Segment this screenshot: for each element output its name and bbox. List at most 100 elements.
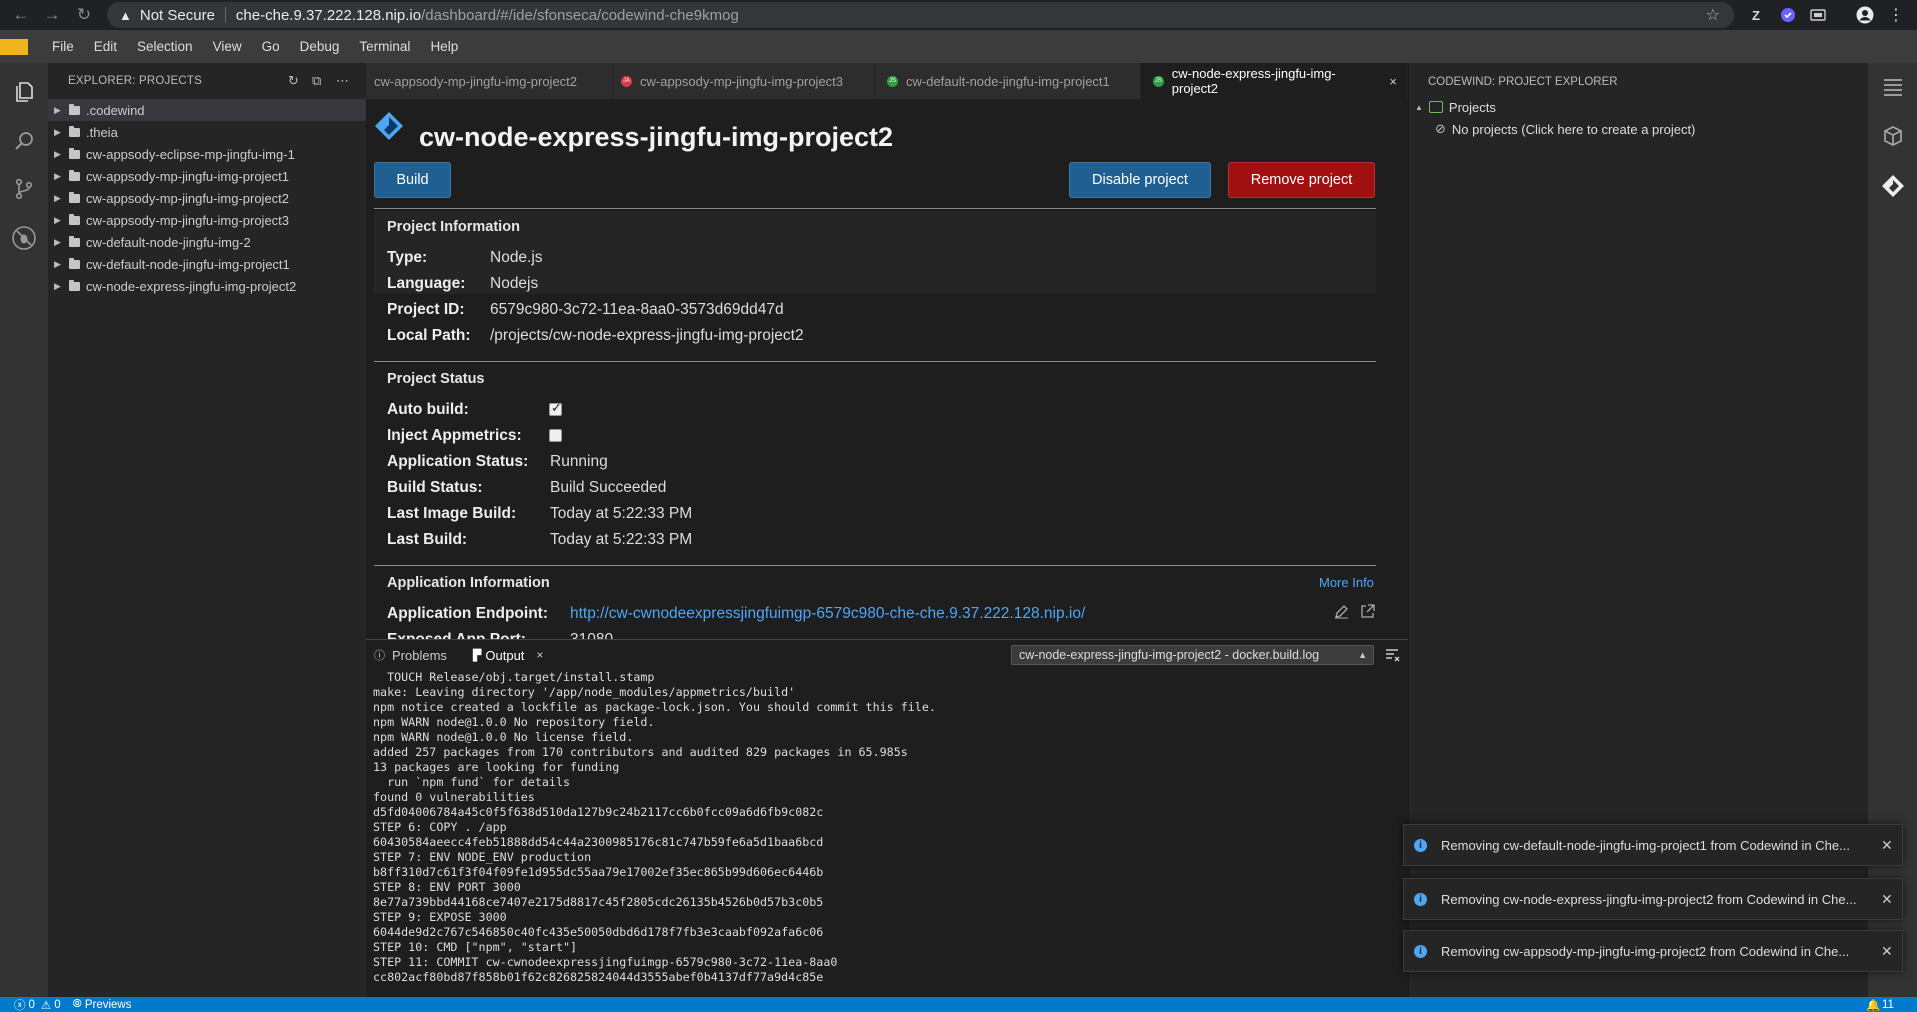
divider: [374, 361, 1376, 362]
close-icon[interactable]: ✕: [1881, 891, 1893, 908]
tab-appsody-project2[interactable]: cw-appsody-mp-jingfu-img-project2: [366, 63, 613, 99]
warning-icon: ⚠: [40, 999, 52, 1012]
menu-edit[interactable]: Edit: [84, 39, 127, 54]
type-label: Type:: [387, 249, 428, 266]
extension-z-icon[interactable]: Z: [1746, 5, 1766, 25]
log-line: npm WARN node@1.0.0 No license field.: [373, 730, 634, 744]
more-actions-icon[interactable]: ⋯: [336, 73, 349, 89]
tab-problems[interactable]: ⓘ Problems: [366, 640, 455, 670]
remove-project-button[interactable]: Remove project: [1228, 162, 1375, 198]
collapse-all-icon[interactable]: ⧉: [312, 73, 321, 89]
close-icon[interactable]: ✕: [1881, 837, 1893, 854]
log-line: 6044de9d2c767c546850c40fc435e50050dbd6d1…: [373, 925, 824, 939]
notification-count[interactable]: 11: [1882, 999, 1894, 1011]
menu-terminal[interactable]: Terminal: [349, 39, 420, 54]
previews-label[interactable]: Previews: [85, 999, 132, 1011]
back-arrow-icon[interactable]: ←: [8, 2, 34, 28]
explorer-files-icon[interactable]: [10, 78, 38, 106]
tree-item[interactable]: ▶ .codewind: [48, 99, 366, 121]
tree-item[interactable]: ▶ cw-node-express-jingfu-img-project2: [48, 275, 366, 297]
debug-icon[interactable]: [10, 224, 38, 252]
menu-go[interactable]: Go: [252, 39, 290, 54]
menubar: File Edit Selection View Go Debug Termin…: [0, 30, 1917, 63]
tree-item[interactable]: ▶ cw-default-node-jingfu-img-project1: [48, 253, 366, 275]
explorer-title: EXPLORER: PROJECTS: [68, 75, 202, 87]
source-control-icon[interactable]: [10, 175, 38, 203]
extension-cast-icon[interactable]: [1808, 5, 1828, 25]
menu-selection[interactable]: Selection: [127, 39, 203, 54]
more-info-link[interactable]: More Info: [1319, 575, 1374, 590]
tree-item[interactable]: ▶ cw-appsody-mp-jingfu-img-project3: [48, 209, 366, 231]
log-line: STEP 11: COMMIT cw-cwnodeexpressjingfuim…: [373, 955, 838, 969]
browser-menu-icon[interactable]: ⋮: [1886, 5, 1906, 25]
menu-help[interactable]: Help: [420, 39, 468, 54]
notification-toast: i Removing cw-appsody-mp-jingfu-img-proj…: [1403, 930, 1903, 972]
problems-tab-label: Problems: [392, 647, 447, 663]
build-button[interactable]: Build: [374, 162, 451, 198]
tab-label: cw-appsody-mp-jingfu-img-project2: [374, 73, 578, 89]
close-icon[interactable]: ×: [536, 648, 543, 662]
chevron-down-icon: ▲: [1415, 102, 1423, 112]
log-line: cc802acf80bd87f858b01f62c826825824044d35…: [373, 970, 824, 984]
log-line: 13 packages are looking for funding: [373, 760, 620, 774]
bookmark-star-icon[interactable]: ☆: [1706, 5, 1720, 25]
application-endpoint-link[interactable]: http://cw-cwnodeexpressjingfuimgp-6579c9…: [570, 605, 1085, 623]
tree-item[interactable]: ▶ cw-appsody-mp-jingfu-img-project2: [48, 187, 366, 209]
tab-output[interactable]: ▛ Output ×: [465, 640, 552, 670]
explorer-panel: EXPLORER: PROJECTS ↻ ⧉ ⋯ ▶ .codewind ▶ .th…: [48, 63, 366, 997]
search-icon[interactable]: [10, 127, 38, 155]
application-information-title: Application Information: [387, 575, 550, 591]
address-bar[interactable]: ▲ Not Secure che-che.9.37.222.128.nip.io…: [107, 2, 1734, 28]
codewind-icon[interactable]: [1881, 174, 1905, 201]
extension-shield-icon[interactable]: [1778, 5, 1798, 25]
chevron-right-icon: ▶: [54, 280, 61, 291]
browser-toolbar: ← → ↻ ▲ Not Secure che-che.9.37.222.128.…: [0, 0, 1917, 30]
reload-icon[interactable]: ↻: [71, 2, 97, 28]
outline-list-icon[interactable]: [1882, 77, 1904, 100]
disable-project-button[interactable]: Disable project: [1069, 162, 1211, 198]
tab-appsody-project3[interactable]: JA cw-appsody-mp-jingfu-img-project3: [613, 63, 875, 99]
close-icon[interactable]: ✕: [1881, 943, 1893, 960]
project-overview: cw-node-express-jingfu-img-project2 Buil…: [366, 99, 1408, 639]
chevron-right-icon: ▶: [54, 104, 61, 115]
tree-item[interactable]: ▶ .theia: [48, 121, 366, 143]
log-line: STEP 10: CMD ["npm", "start"]: [373, 940, 578, 954]
log-line: STEP 8: ENV PORT 3000: [373, 880, 521, 894]
inject-appmetrics-checkbox[interactable]: [549, 429, 562, 442]
che-logo-icon: [0, 38, 28, 55]
edit-pencil-icon[interactable]: [1334, 604, 1349, 622]
forward-arrow-icon[interactable]: →: [39, 2, 65, 28]
tab-default-node-project1[interactable]: JS cw-default-node-jingfu-img-project1: [875, 63, 1141, 99]
log-line: d5fd04006784a45c0f5f638d510da127b9c24b21…: [373, 805, 824, 819]
info-icon: i: [1414, 838, 1427, 852]
profile-avatar-icon[interactable]: [1855, 5, 1875, 25]
tree-item[interactable]: ▶ cw-default-node-jingfu-img-2: [48, 231, 366, 253]
last-build-label: Last Build:: [387, 531, 468, 548]
menu-debug[interactable]: Debug: [290, 39, 350, 54]
tree-item[interactable]: ▶ cw-appsody-mp-jingfu-img-project1: [48, 165, 366, 187]
tree-item[interactable]: ▶ cw-appsody-eclipse-mp-jingfu-img-1: [48, 143, 366, 165]
tree-item-label: cw-default-node-jingfu-img-2: [86, 234, 251, 250]
menu-view[interactable]: View: [203, 39, 252, 54]
js-file-icon: JS: [1153, 75, 1164, 87]
open-external-icon[interactable]: [1360, 604, 1375, 622]
create-project-item[interactable]: ⊘ No projects (Click here to create a pr…: [1435, 118, 1695, 140]
log-line: found 0 vulnerabilities: [373, 790, 535, 804]
tab-node-express-project2[interactable]: JS cw-node-express-jingfu-img-project2 ×: [1141, 63, 1408, 99]
plugin-cube-icon[interactable]: [1882, 125, 1904, 150]
log-line: added 257 packages from 170 contributors…: [373, 745, 908, 759]
refresh-icon[interactable]: ↻: [288, 73, 299, 89]
tab-label: cw-default-node-jingfu-img-project1: [906, 73, 1110, 89]
error-count[interactable]: 0: [29, 999, 35, 1011]
folder-icon: [69, 147, 80, 159]
project-information-title: Project Information: [387, 219, 520, 235]
close-icon[interactable]: ×: [1389, 74, 1397, 89]
menu-file[interactable]: File: [42, 39, 84, 54]
projects-root-node[interactable]: ▲ Projects: [1415, 96, 1496, 118]
log-source-select[interactable]: cw-node-express-jingfu-img-project2 - do…: [1011, 645, 1374, 665]
log-line: npm WARN node@1.0.0 No repository field.: [373, 715, 655, 729]
clear-output-icon[interactable]: [1384, 647, 1400, 666]
warning-count[interactable]: 0: [54, 999, 60, 1011]
folder-icon: [69, 191, 80, 203]
auto-build-checkbox[interactable]: [549, 400, 562, 416]
